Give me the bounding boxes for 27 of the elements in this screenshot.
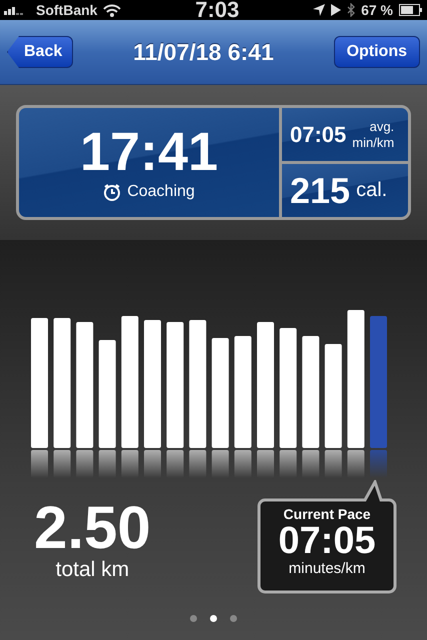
- play-icon: [331, 4, 342, 16]
- bluetooth-icon: [347, 3, 356, 17]
- page-dot[interactable]: [190, 615, 197, 622]
- calories-value: 215: [290, 170, 350, 212]
- back-button[interactable]: Back: [7, 36, 74, 68]
- distance-value: 2.50: [34, 498, 151, 558]
- options-button[interactable]: Options: [334, 36, 420, 68]
- page-dot[interactable]: [230, 615, 237, 622]
- current-pace-unit: minutes/km: [288, 560, 366, 577]
- avg-label: avg.: [370, 118, 394, 134]
- pace-unit: min/km: [352, 134, 394, 150]
- battery-icon: [399, 4, 423, 16]
- page-dot[interactable]: [210, 615, 217, 622]
- location-icon: [313, 4, 326, 16]
- nav-title: 11/07/18 6:41: [133, 38, 274, 66]
- current-pace-value: 07:05: [278, 522, 376, 560]
- coaching-label: Coaching: [127, 182, 195, 200]
- battery-percent: 67 %: [361, 2, 393, 18]
- carrier-name: SoftBank: [36, 2, 98, 18]
- wifi-icon: [103, 4, 122, 16]
- calories-unit: cal.: [356, 179, 388, 202]
- alarm-clock-icon: [103, 182, 122, 200]
- callout-title: Current Pace: [283, 506, 371, 522]
- avg-pace-value: 07:05: [290, 122, 346, 148]
- distance-label: total km: [56, 558, 130, 582]
- clock-time: 7:03: [195, 0, 240, 22]
- duration-value: 17:41: [80, 124, 218, 178]
